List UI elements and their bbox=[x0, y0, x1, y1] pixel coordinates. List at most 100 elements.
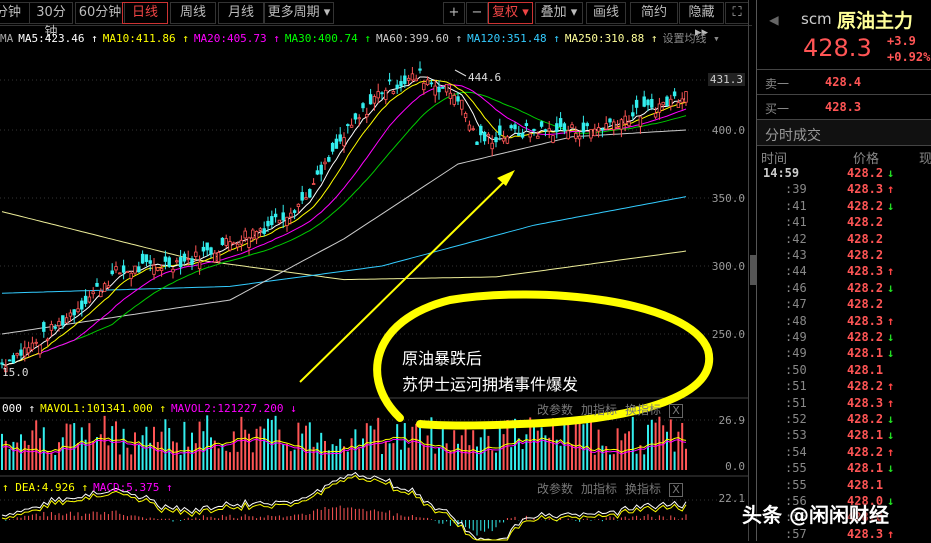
tick-time: :49 bbox=[785, 346, 807, 361]
volume-bar bbox=[217, 448, 220, 470]
volume-bar bbox=[403, 423, 406, 470]
volume-bar bbox=[384, 441, 387, 470]
tick-row: :46 428.2 ↓ bbox=[757, 281, 931, 297]
up-arrow-icon: ↑ bbox=[887, 313, 895, 328]
tick-price: 428.3 bbox=[847, 526, 884, 541]
candle-body bbox=[558, 118, 563, 127]
candle-body bbox=[102, 283, 107, 292]
candle-body bbox=[87, 296, 92, 303]
up-arrow-icon: ↑ bbox=[887, 182, 895, 197]
tick-time: :42 bbox=[785, 231, 807, 246]
volume-bar bbox=[365, 423, 368, 470]
volume-bar bbox=[540, 427, 543, 470]
candle-body bbox=[536, 135, 540, 139]
tick-time: :55 bbox=[785, 461, 807, 476]
legend-item: 000 ↑ bbox=[2, 402, 36, 415]
candle-body bbox=[289, 212, 293, 218]
legend-item: ↑ DEA:4.926 ↑ bbox=[2, 481, 89, 494]
volume-bar bbox=[324, 440, 326, 470]
tick-time: :55 bbox=[785, 477, 807, 492]
candle-body bbox=[281, 212, 285, 221]
volume-bar bbox=[350, 438, 353, 470]
tick-time: :47 bbox=[785, 297, 807, 312]
candle-body bbox=[190, 258, 194, 265]
tick-price: 428.2 bbox=[847, 166, 884, 180]
scrollbar[interactable] bbox=[750, 255, 756, 285]
tick-price: 428.3 bbox=[847, 182, 884, 197]
volume-bar bbox=[396, 424, 399, 470]
candle-body bbox=[232, 242, 236, 245]
candle-body bbox=[661, 101, 665, 106]
tick-price: 428.1 bbox=[847, 461, 884, 476]
close-icon[interactable]: X bbox=[669, 483, 684, 497]
volume-bar bbox=[99, 434, 102, 470]
candle-body bbox=[125, 271, 130, 273]
candle-body bbox=[646, 99, 650, 106]
ma120-line bbox=[1, 196, 687, 294]
down-arrow-icon: ↓ bbox=[887, 346, 895, 361]
annotation-line2: 苏伊士运河拥堵事件爆发 bbox=[402, 375, 579, 394]
switch-indicator-button[interactable]: 换指标 bbox=[625, 482, 661, 496]
volume-bar bbox=[586, 415, 589, 470]
add-indicator-button[interactable]: 加指标 bbox=[581, 482, 617, 496]
kline-chart[interactable] bbox=[0, 0, 748, 541]
volume-bar bbox=[373, 429, 376, 470]
ask-label: 卖一 bbox=[765, 77, 790, 91]
volume-bar bbox=[685, 448, 687, 470]
candle-body bbox=[273, 213, 278, 218]
candle-body bbox=[11, 355, 16, 364]
candle-body bbox=[68, 312, 73, 317]
candle-body bbox=[570, 124, 574, 129]
candle-body bbox=[524, 123, 529, 127]
volume-bar bbox=[491, 450, 494, 470]
price-change-pct: +0.92% bbox=[887, 50, 931, 64]
volume-bar bbox=[358, 448, 361, 470]
candle-body bbox=[209, 247, 213, 255]
tick-row: :55 428.1 bbox=[757, 478, 931, 494]
volume-bar bbox=[107, 445, 110, 470]
candle-body bbox=[452, 95, 456, 105]
tick-price: 428.1 bbox=[847, 428, 884, 443]
candle-body bbox=[684, 91, 688, 103]
candle-body bbox=[148, 260, 152, 264]
switch-indicator-button[interactable]: 换指标 bbox=[625, 403, 661, 417]
tick-row: :49 428.1 ↓ bbox=[757, 346, 931, 362]
candle-body bbox=[444, 84, 449, 93]
candle-body bbox=[346, 124, 350, 127]
tick-row: :41 428.2 bbox=[757, 215, 931, 231]
candle-body bbox=[642, 96, 646, 107]
add-indicator-button[interactable]: 加指标 bbox=[581, 403, 617, 417]
tick-time: :51 bbox=[785, 395, 807, 410]
close-icon[interactable]: X bbox=[669, 404, 684, 418]
candle-body bbox=[494, 137, 498, 143]
candle-body bbox=[555, 123, 559, 133]
watermark: 头条 @闲闲财经 bbox=[742, 503, 889, 527]
volume-bar bbox=[267, 418, 269, 470]
volume-bar bbox=[316, 442, 319, 470]
price-label: 250.0 bbox=[711, 328, 745, 341]
price-label-current: 431.3 bbox=[707, 73, 745, 86]
candle-body bbox=[224, 238, 228, 246]
edit-params-button[interactable]: 改参数 bbox=[537, 482, 573, 496]
edit-params-button[interactable]: 改参数 bbox=[537, 403, 573, 417]
tick-section-header: 分时成交 bbox=[757, 120, 931, 146]
volume-bar bbox=[567, 424, 570, 470]
volume-bar bbox=[213, 440, 216, 470]
collapse-arrow-icon[interactable]: ◀ bbox=[769, 10, 779, 29]
candle-body bbox=[608, 118, 612, 123]
volume-bar bbox=[229, 452, 231, 470]
candle-body bbox=[270, 216, 274, 226]
candle-body bbox=[133, 265, 137, 274]
down-arrow-icon: ↓ bbox=[887, 330, 895, 344]
volume-bar bbox=[308, 422, 311, 470]
volume-bar bbox=[175, 442, 178, 470]
volume-bar bbox=[210, 437, 212, 470]
high-pointer bbox=[454, 69, 467, 77]
candle-body bbox=[593, 128, 597, 137]
candle-body bbox=[72, 309, 76, 316]
candle-body bbox=[144, 254, 149, 262]
candle-body bbox=[403, 75, 407, 85]
tick-time: 14:59 bbox=[763, 166, 800, 180]
candle-body bbox=[311, 183, 316, 185]
volume-bar bbox=[248, 433, 250, 470]
